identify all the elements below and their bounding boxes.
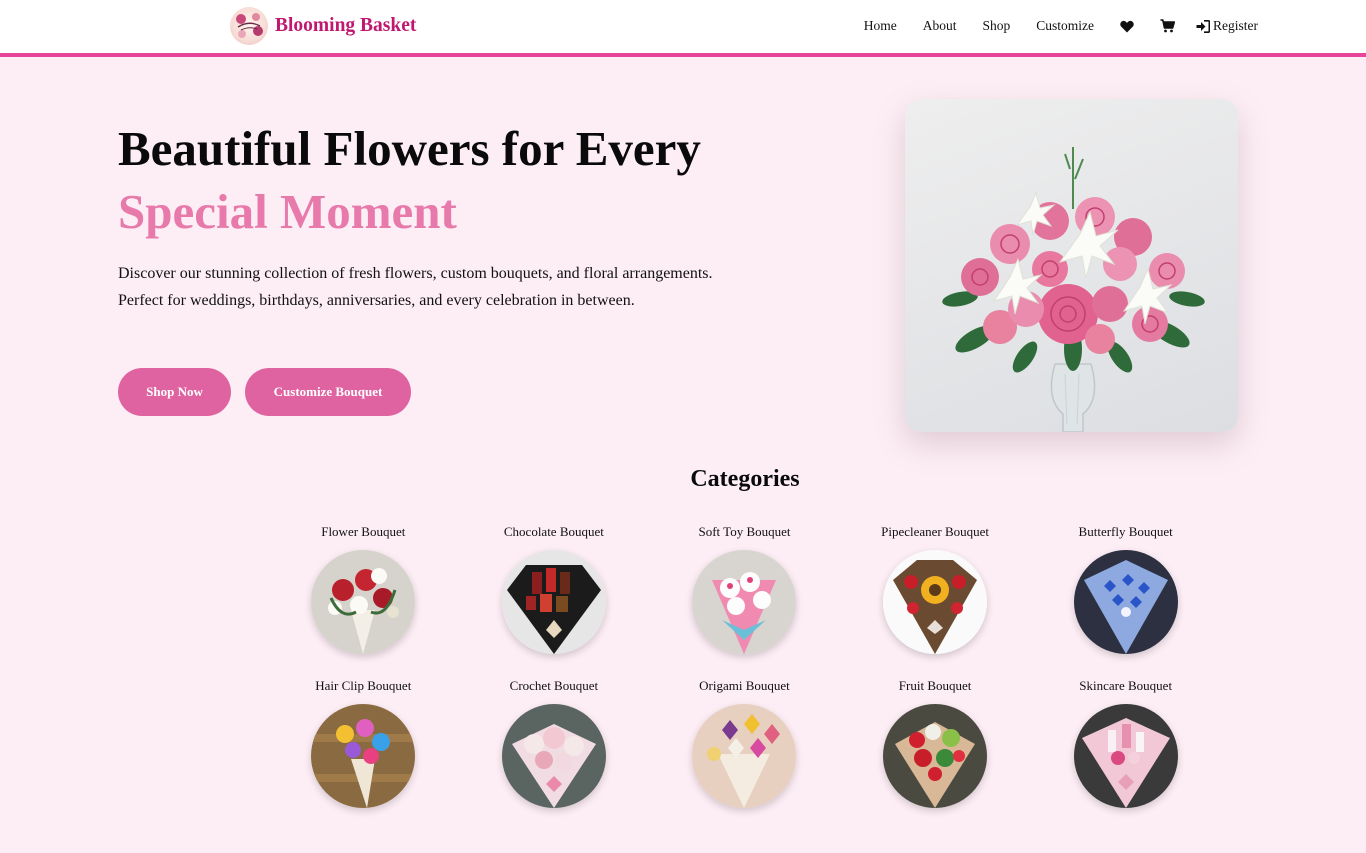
category-origami-bouquet[interactable]: Origami Bouquet (649, 677, 840, 831)
hero-title: Beautiful Flowers for Every Special Mome… (118, 117, 701, 243)
nav-home[interactable]: Home (864, 18, 897, 34)
category-image (1073, 550, 1178, 654)
category-label: Hair Clip Bouquet (315, 678, 412, 693)
category-label: Flower Bouquet (321, 524, 406, 539)
category-label: Soft Toy Bouquet (698, 524, 791, 539)
category-image (692, 704, 797, 808)
brand-logo (230, 7, 268, 45)
category-flower-bouquet[interactable]: Flower Bouquet (268, 523, 459, 677)
brand-name: Blooming Basket (275, 15, 417, 36)
nav-shop[interactable]: Shop (982, 18, 1010, 34)
cart-icon[interactable] (1160, 19, 1175, 33)
category-image (883, 704, 988, 808)
category-fruit-bouquet[interactable]: Fruit Bouquet (840, 677, 1031, 831)
nav-about[interactable]: About (923, 18, 957, 34)
categories-row: Flower Bouquet Chocolate Bouquet Soft To… (268, 523, 1221, 677)
register-label: Register (1213, 18, 1258, 33)
heart-icon[interactable] (1120, 20, 1134, 33)
register-link[interactable]: Register (1196, 18, 1258, 34)
top-navbar: Blooming Basket Home About Shop Customiz… (0, 0, 1366, 57)
categories-heading: Categories (690, 466, 800, 492)
shop-now-button[interactable]: Shop Now (118, 368, 231, 416)
category-chocolate-bouquet[interactable]: Chocolate Bouquet (459, 523, 650, 677)
category-label: Pipecleaner Bouquet (881, 524, 990, 539)
sign-in-icon (1196, 19, 1210, 33)
hero-description: Discover our stunning collection of fres… (118, 265, 713, 309)
category-image (311, 704, 416, 808)
category-pipecleaner-bouquet[interactable]: Pipecleaner Bouquet (840, 523, 1031, 677)
category-image (692, 550, 797, 654)
category-soft-toy-bouquet[interactable]: Soft Toy Bouquet (649, 523, 840, 677)
hero-title-accent: Special Moment (118, 184, 457, 239)
categories-grid: Flower Bouquet Chocolate Bouquet Soft To… (268, 523, 1221, 831)
category-label: Chocolate Bouquet (503, 524, 604, 539)
hero-image (905, 99, 1238, 432)
category-butterfly-bouquet[interactable]: Butterfly Bouquet (1030, 523, 1221, 677)
customize-bouquet-button[interactable]: Customize Bouquet (245, 368, 411, 416)
category-image (311, 550, 416, 654)
category-label: Crochet Bouquet (509, 678, 599, 693)
category-hair-clip-bouquet[interactable]: Hair Clip Bouquet (268, 677, 459, 831)
category-image (883, 550, 988, 654)
category-crochet-bouquet[interactable]: Crochet Bouquet (459, 677, 650, 831)
brand[interactable]: Blooming Basket (230, 7, 416, 45)
category-label: Skincare Bouquet (1079, 678, 1173, 693)
category-image (1073, 704, 1178, 808)
category-label: Butterfly Bouquet (1078, 524, 1173, 539)
category-image (501, 550, 606, 654)
category-image (501, 704, 606, 808)
nav-customize[interactable]: Customize (1036, 18, 1094, 34)
categories-row: Hair Clip Bouquet Crochet Bouquet Origam… (268, 677, 1221, 831)
category-label: Fruit Bouquet (898, 678, 972, 693)
hero-title-line1: Beautiful Flowers for Every (118, 121, 701, 176)
nav-links: Home About Shop Customize Register (864, 0, 1258, 52)
category-label: Origami Bouquet (699, 678, 790, 693)
category-skincare-bouquet[interactable]: Skincare Bouquet (1030, 677, 1221, 831)
